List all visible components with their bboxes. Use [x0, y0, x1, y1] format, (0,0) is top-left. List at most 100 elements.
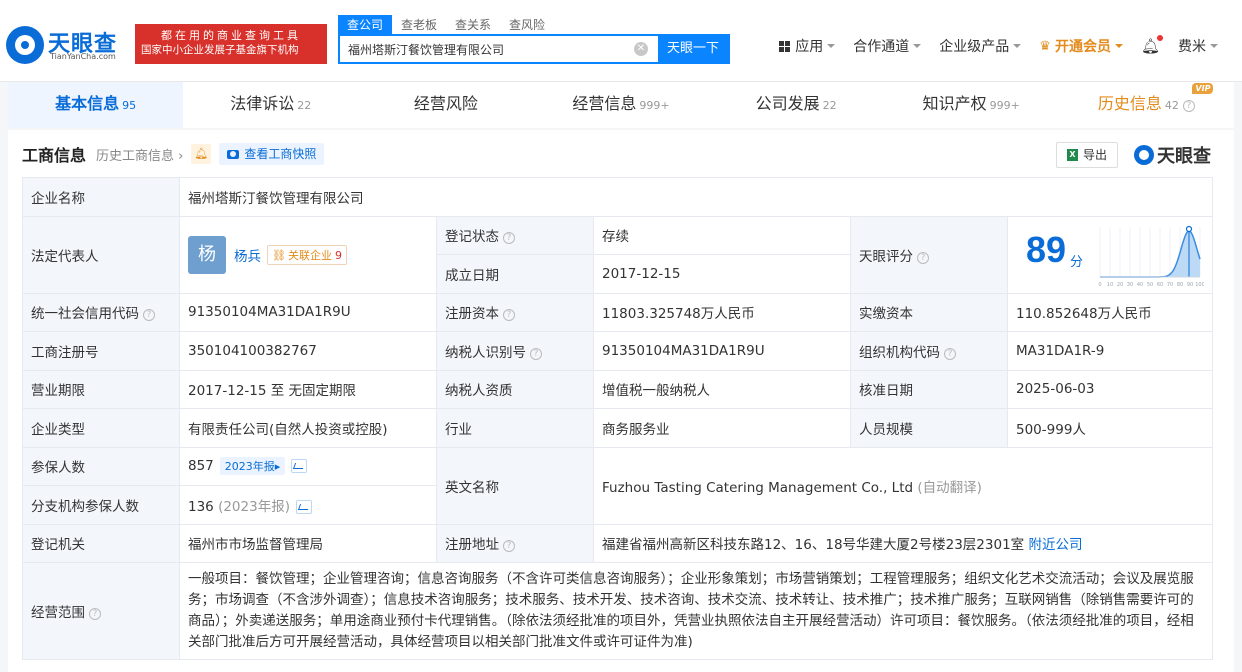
- top-header: 天眼查 TianYanCha.com 都在用的商业查询工具 国家中小企业发展子基…: [0, 0, 1242, 82]
- approve-date: 2025-06-03: [1007, 369, 1213, 409]
- export-button[interactable]: X 导出: [1056, 142, 1119, 168]
- reg-capital-label: 注册资本?: [436, 292, 594, 332]
- tab-history[interactable]: VIP 历史信息 42?: [1059, 82, 1234, 128]
- tick-label: 80: [1177, 282, 1183, 288]
- help-icon[interactable]: ?: [1182, 100, 1195, 112]
- help-icon[interactable]: ?: [917, 251, 929, 264]
- score-unit: 分: [1070, 254, 1084, 270]
- crown-icon: ♛: [1039, 38, 1051, 54]
- reg-no-label: 工商注册号: [22, 331, 180, 371]
- search-button[interactable]: 天眼一下: [658, 36, 728, 62]
- apps-grid-icon: [779, 40, 791, 52]
- help-icon[interactable]: ?: [530, 347, 542, 360]
- nav-enterprise-label: 企业级产品: [939, 39, 1010, 55]
- score-cell[interactable]: 89 分 0 10 20 30 40 50 60 70 80 90 100: [1007, 215, 1213, 294]
- export-label: 导出: [1083, 148, 1108, 162]
- auto-translate-note: (自动翻译): [917, 479, 982, 496]
- trend-chart-icon[interactable]: [291, 459, 308, 474]
- legal-rep-name[interactable]: 杨兵: [234, 249, 261, 265]
- tick-label: 90: [1187, 282, 1193, 288]
- tab-label: 历史信息: [1097, 94, 1162, 113]
- search-input[interactable]: [340, 36, 634, 62]
- tick-label: 70: [1167, 282, 1173, 288]
- nav-apps-label: 应用: [795, 39, 824, 55]
- table-row: 法定代表人 杨杨兵 ⛓ 关联企业 9 登记状态? 存续 天眼评分? 89 分 0 10 2…: [22, 215, 1213, 294]
- tick-label: 20: [1117, 282, 1123, 288]
- slogan-banner: 都在用的商业查询工具 国家中小企业发展子基金旗下机构: [135, 24, 327, 64]
- tab-legal[interactable]: 法律诉讼 22: [183, 82, 358, 128]
- business-scope: 一般项目：餐饮管理；企业管理咨询；信息咨询服务（不含许可类信息咨询服务）；企业形…: [179, 562, 1213, 660]
- top-nav: 应用 合作通道 企业级产品 ♛ 开通会员 🔔︎ 费米: [761, 35, 1218, 56]
- search-tab-company[interactable]: 查公司: [338, 15, 393, 35]
- help-icon[interactable]: ?: [503, 232, 515, 245]
- help-icon[interactable]: ?: [89, 608, 101, 620]
- approve-date-label: 核准日期: [850, 369, 1008, 409]
- nav-vip[interactable]: ♛ 开通会员: [1039, 36, 1123, 56]
- eye-logo-icon: [6, 26, 44, 64]
- avatar[interactable]: 杨: [188, 235, 226, 274]
- reg-no: 350104100382767: [179, 331, 437, 371]
- help-icon[interactable]: ?: [503, 309, 515, 322]
- chevron-down-icon: [1013, 44, 1022, 48]
- tab-business-risk[interactable]: 经营风险: [358, 82, 533, 128]
- table-row: 企业名称 福州塔斯汀餐饮管理有限公司: [22, 177, 1213, 217]
- history-info-link[interactable]: 历史工商信息 ›: [96, 145, 183, 164]
- nav-notifications[interactable]: 🔔︎: [1141, 35, 1164, 55]
- related-companies-badge[interactable]: ⛓ 关联企业 9: [267, 244, 347, 265]
- tab-count: 999+: [639, 99, 670, 112]
- nav-channel[interactable]: 合作通道: [853, 36, 922, 56]
- nav-apps[interactable]: 应用: [779, 36, 836, 56]
- branch-insured-cell: 136 (2023年报): [179, 485, 437, 525]
- company-name-label: 企业名称: [22, 177, 180, 217]
- english-name: Fuzhou Tasting Catering Management Co., …: [602, 479, 914, 496]
- help-icon[interactable]: ?: [143, 309, 155, 322]
- help-icon[interactable]: ?: [503, 540, 515, 553]
- scope-label: 经营范围?: [22, 562, 180, 660]
- nearby-companies-link[interactable]: 附近公司: [1028, 537, 1082, 553]
- tab-label: 公司发展: [755, 94, 820, 113]
- chevron-down-icon: [1114, 44, 1123, 48]
- tab-business-info[interactable]: 经营信息 999+: [533, 82, 708, 128]
- company-name: 福州塔斯汀餐饮管理有限公司: [179, 177, 1213, 217]
- credit-code-label: 统一社会信用代码?: [22, 292, 180, 332]
- tab-ip[interactable]: 知识产权 999+: [884, 82, 1059, 128]
- search-tab-relation[interactable]: 查关系: [446, 15, 500, 35]
- org-code-label: 组织机构代码?: [850, 331, 1008, 371]
- chevron-down-icon: [1210, 44, 1218, 48]
- clear-icon[interactable]: ✕: [634, 42, 648, 56]
- nav-user[interactable]: 费米: [1178, 36, 1218, 56]
- tab-label: 基本信息: [55, 94, 120, 113]
- snapshot-button[interactable]: 查看工商快照: [219, 143, 325, 165]
- insured-year-tag[interactable]: 2023年报▸: [219, 457, 286, 476]
- search-tab-boss[interactable]: 查老板: [392, 15, 446, 35]
- taxpayer-id-label: 纳税人识别号?: [436, 331, 594, 371]
- tick-label: 40: [1137, 282, 1143, 288]
- paid-capital: 110.852648万人民币: [1007, 292, 1213, 332]
- authority-label: 登记机关: [22, 523, 180, 563]
- tab-count: 999+: [989, 99, 1020, 112]
- trend-chart-icon[interactable]: [295, 499, 312, 514]
- tab-development[interactable]: 公司发展 22: [709, 82, 884, 128]
- tab-basic-info[interactable]: 基本信息 95: [8, 82, 184, 128]
- tianyancha-logo[interactable]: 天眼查 TianYanCha.com: [6, 26, 130, 66]
- reg-capital: 11803.325748万人民币: [593, 292, 851, 332]
- tick-label: 50: [1147, 282, 1153, 288]
- score-distribution-chart: 0 10 20 30 40 50 60 70 80 90 100: [1098, 225, 1204, 288]
- reg-status: 存续: [593, 215, 851, 255]
- search-tab-risk[interactable]: 查风险: [500, 15, 554, 35]
- staff-size: 500-999人: [1007, 408, 1213, 448]
- section-title: 工商信息: [22, 146, 87, 165]
- nav-vip-label: 开通会员: [1054, 39, 1111, 55]
- insured-label: 参保人数: [22, 446, 180, 486]
- score-value: 89: [1026, 228, 1067, 270]
- help-icon[interactable]: ?: [944, 347, 956, 360]
- tab-count: 95: [122, 99, 137, 112]
- nav-enterprise[interactable]: 企业级产品: [939, 36, 1022, 56]
- address: 福建省福州高新区科技东路12、16、18号华建大厦2号楼23层2301室: [602, 537, 1025, 554]
- taxpayer-id: 91350104MA31DA1R9U: [593, 331, 851, 371]
- legal-rep-label: 法定代表人: [22, 215, 180, 294]
- legal-rep-cell: 杨杨兵 ⛓ 关联企业 9: [179, 215, 437, 294]
- branch-insured-label: 分支机构参保人数: [22, 485, 180, 525]
- branch-insured-year: (2023年报): [218, 498, 290, 515]
- monitor-bell-icon[interactable]: 🔔︎: [191, 144, 212, 164]
